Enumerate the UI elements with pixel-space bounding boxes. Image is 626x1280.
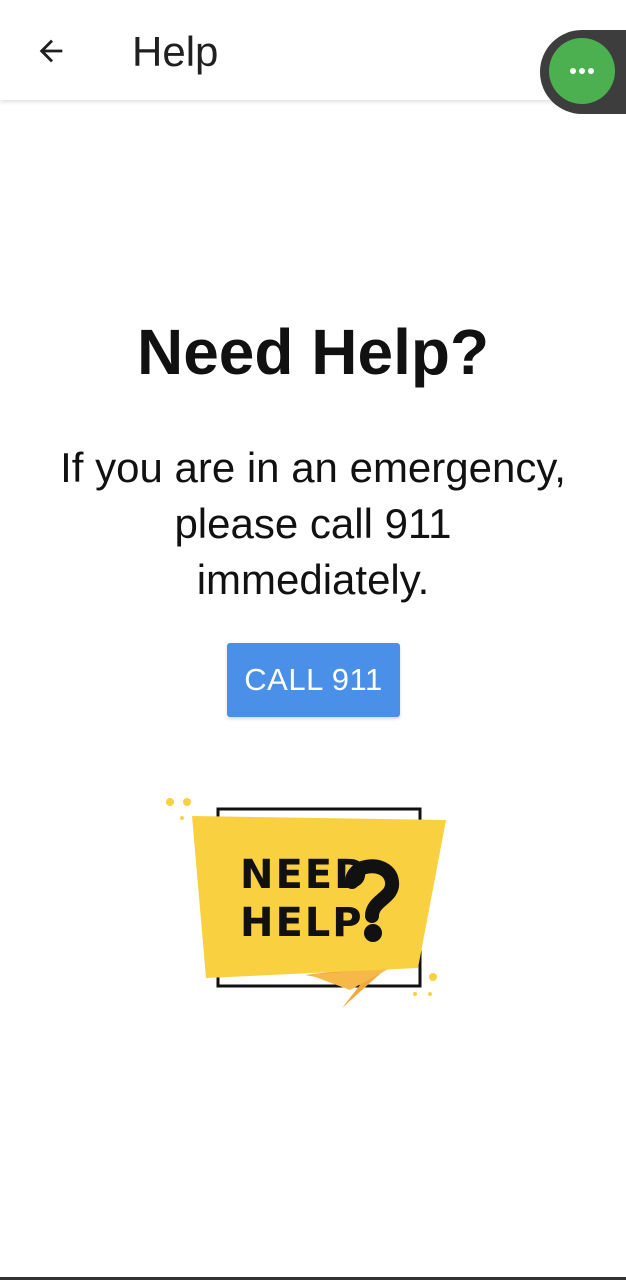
more-horizontal-icon <box>570 68 594 74</box>
call-911-button[interactable]: CALL 911 <box>227 643 400 717</box>
illustration-text-help: HELP <box>240 900 364 946</box>
need-help-illustration: NEED HELP <box>166 798 446 1008</box>
help-heading: Need Help? <box>136 316 490 388</box>
app-bar: Help <box>0 0 626 100</box>
back-button[interactable] <box>26 26 76 76</box>
emergency-message: If you are in an emergency, please call … <box>60 444 566 603</box>
more-options-button[interactable] <box>549 38 615 104</box>
page-title: Help <box>132 28 219 75</box>
arrow-left-icon <box>39 39 63 63</box>
